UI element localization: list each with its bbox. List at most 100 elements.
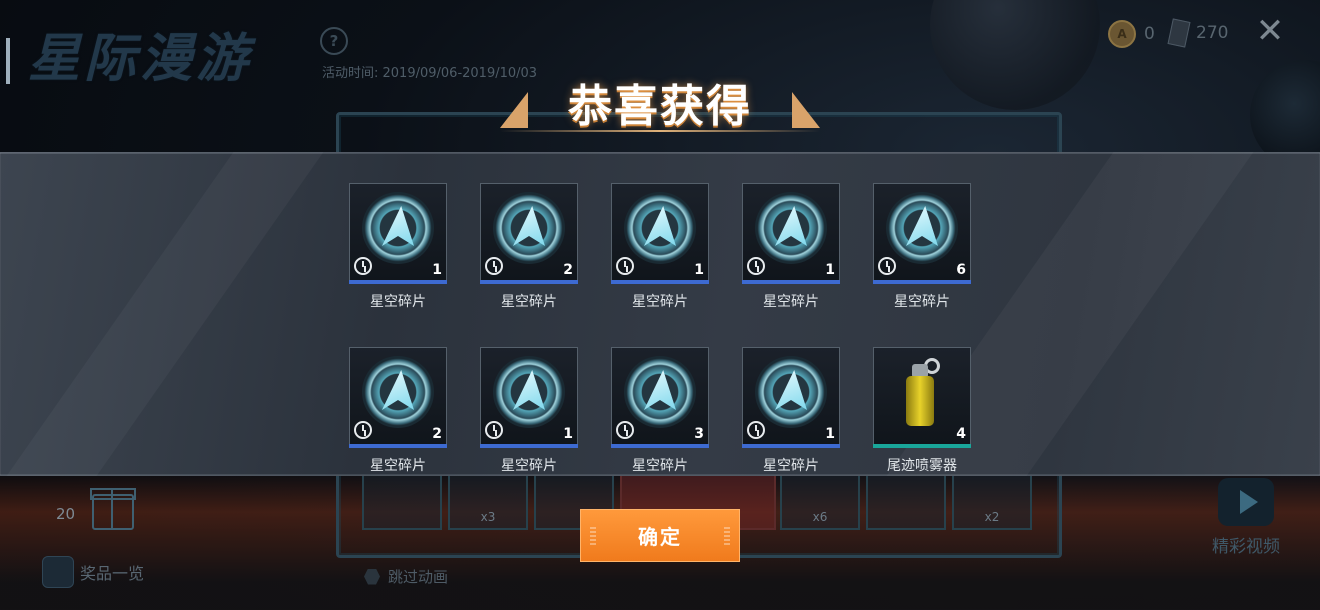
reward-item[interactable]: 1 星空碎片: [480, 347, 578, 475]
reward-item[interactable]: 2 星空碎片: [349, 347, 447, 475]
congrats-title: 恭喜获得: [568, 81, 752, 132]
clock-icon: [354, 421, 372, 439]
confirm-button[interactable]: 确定: [580, 509, 740, 562]
reward-name: 星空碎片: [370, 458, 426, 474]
coin-icon: A: [1108, 20, 1136, 48]
clock-icon: [878, 257, 896, 275]
help-icon[interactable]: ?: [320, 27, 348, 55]
reward-quantity: 2: [432, 426, 442, 442]
skip-animation-label: 跳过动画: [388, 568, 449, 586]
reward-name: 星空碎片: [501, 458, 557, 474]
reward-tile: 1: [480, 347, 578, 448]
reward-quantity: 3: [694, 426, 704, 442]
banner-deco-right: [792, 92, 820, 128]
clock-icon: [485, 257, 503, 275]
reward-name: 星空碎片: [501, 294, 557, 310]
background-prize-slot: [866, 470, 946, 530]
reward-quantity: 1: [825, 426, 835, 442]
reward-quantity: 6: [956, 262, 966, 278]
star-shard-icon: [624, 192, 696, 264]
clock-icon: [616, 257, 634, 275]
reward-tile: 4: [873, 347, 971, 448]
reward-tile: 1: [742, 347, 840, 448]
clock-icon: [747, 421, 765, 439]
reward-item[interactable]: 2 星空碎片: [480, 183, 578, 311]
reward-quantity: 1: [694, 262, 704, 278]
panel-stripe: [6, 152, 324, 476]
skip-animation-toggle[interactable]: 跳过动画: [364, 566, 448, 587]
reward-name: 星空碎片: [894, 294, 950, 310]
card-icon: [1167, 18, 1191, 48]
background-prize-slot: x6: [780, 470, 860, 530]
reward-quantity: 2: [563, 262, 573, 278]
reward-item[interactable]: 6 星空碎片: [873, 183, 971, 311]
reward-name: 尾迹喷雾器: [887, 458, 957, 474]
banner-deco-left: [500, 92, 528, 128]
confirm-label: 确定: [638, 525, 682, 549]
reward-item[interactable]: 1 星空碎片: [349, 183, 447, 311]
reward-item[interactable]: 1 星空碎片: [742, 347, 840, 475]
rarity-bar: [742, 444, 840, 448]
trail-sprayer-icon: [902, 358, 942, 430]
rarity-bar: [480, 444, 578, 448]
reward-name: 星空碎片: [763, 294, 819, 310]
rarity-bar: [742, 280, 840, 284]
star-shard-icon: [493, 192, 565, 264]
reward-quantity: 4: [956, 426, 966, 442]
star-shard-icon: [493, 356, 565, 428]
reward-tile: 1: [611, 183, 709, 284]
reward-grid: 1 星空碎片 2 星空碎片 1 星空碎片 1 星空碎片 6 星空碎片 2 星空碎…: [349, 183, 971, 475]
card-value: 270: [1196, 23, 1229, 43]
background-slot-label: x6: [812, 510, 828, 524]
rarity-bar: [349, 444, 447, 448]
rarity-bar: [873, 444, 971, 448]
reward-tile: 3: [611, 347, 709, 448]
star-shard-icon: [886, 192, 958, 264]
gift-icon[interactable]: [90, 488, 136, 530]
banner-underline: [500, 130, 820, 132]
prize-list-icon: [42, 556, 74, 588]
background-prize-slot: [362, 470, 442, 530]
reward-quantity: 1: [432, 262, 442, 278]
congrats-banner: 恭喜获得: [500, 78, 820, 138]
star-shard-icon: [755, 192, 827, 264]
coin-value: 0: [1144, 24, 1155, 44]
reward-name: 星空碎片: [370, 294, 426, 310]
reward-item[interactable]: 4 尾迹喷雾器: [873, 347, 971, 475]
prize-list-label: 奖品一览: [80, 564, 145, 583]
reward-quantity: 1: [563, 426, 573, 442]
video-label: 精彩视频: [1212, 537, 1280, 557]
rarity-bar: [873, 280, 971, 284]
button-deco-right: [724, 527, 730, 545]
reward-name: 星空碎片: [763, 458, 819, 474]
clock-icon: [747, 257, 765, 275]
rarity-bar: [349, 280, 447, 284]
currency-coin: A 0: [1108, 20, 1155, 48]
star-shard-icon: [362, 356, 434, 428]
star-shard-icon: [755, 356, 827, 428]
reward-item[interactable]: 3 星空碎片: [611, 347, 709, 475]
star-shard-icon: [624, 356, 696, 428]
video-button[interactable]: 精彩视频: [1212, 478, 1280, 557]
title-accent-bar: [6, 38, 10, 84]
close-icon[interactable]: ✕: [1253, 14, 1287, 48]
reward-quantity: 1: [825, 262, 835, 278]
reward-item[interactable]: 1 星空碎片: [611, 183, 709, 311]
reward-tile: 2: [349, 347, 447, 448]
reward-tile: 1: [349, 183, 447, 284]
remaining-count: 20: [56, 505, 76, 523]
prize-list-button[interactable]: 奖品一览: [42, 556, 144, 588]
star-shard-icon: [362, 192, 434, 264]
reward-item[interactable]: 1 星空碎片: [742, 183, 840, 311]
background-slot-label: x3: [480, 510, 496, 524]
reward-tile: 2: [480, 183, 578, 284]
rarity-bar: [611, 280, 709, 284]
reward-name: 星空碎片: [632, 458, 688, 474]
event-title: 星际漫游: [28, 29, 253, 89]
clock-icon: [616, 421, 634, 439]
background-planet: [930, 0, 1100, 110]
rarity-bar: [480, 280, 578, 284]
currency-card: 270: [1167, 18, 1229, 48]
clock-icon: [485, 421, 503, 439]
clock-icon: [354, 257, 372, 275]
